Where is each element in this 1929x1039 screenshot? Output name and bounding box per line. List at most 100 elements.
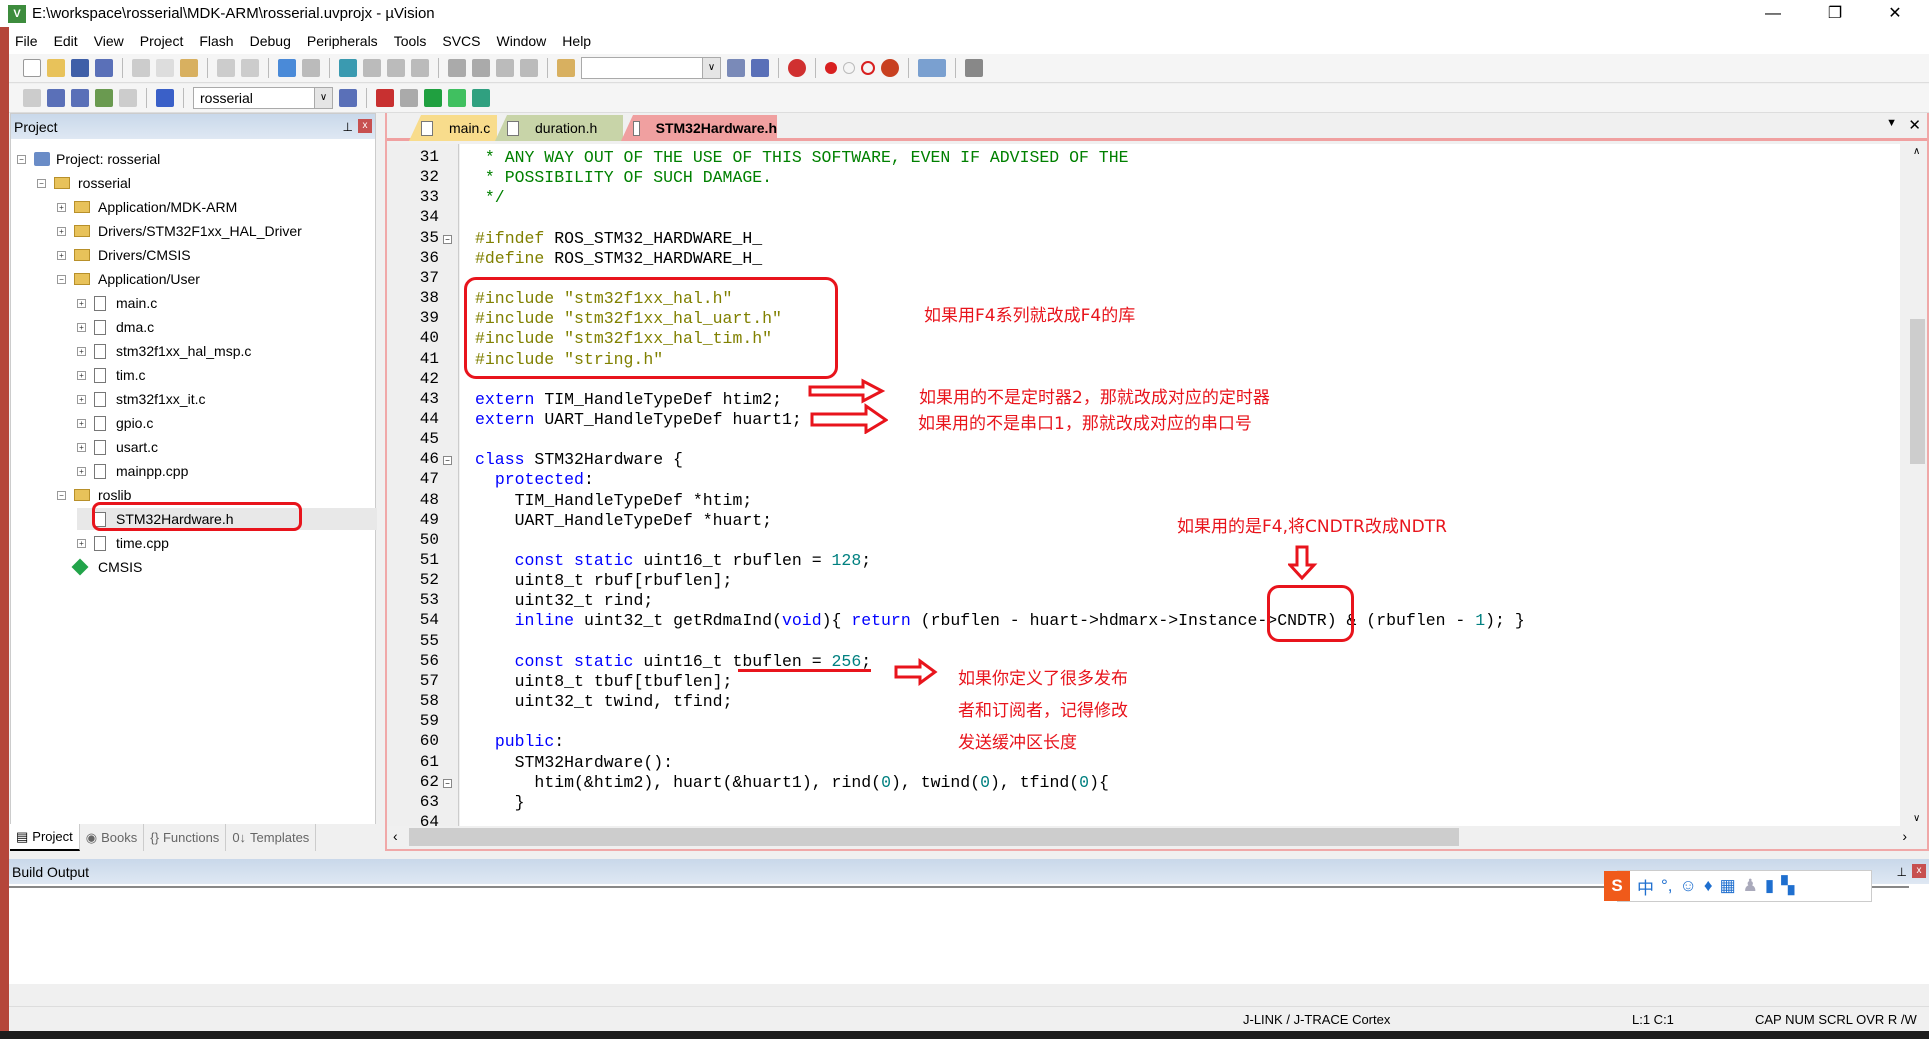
expand-icon[interactable]: + (77, 298, 86, 308)
copy-icon[interactable] (156, 59, 174, 77)
tree-item[interactable]: − Application/User (57, 268, 200, 290)
collapse-icon[interactable]: − (17, 154, 26, 164)
scroll-thumb[interactable] (1910, 319, 1925, 464)
ime-punctuation[interactable]: °, (1661, 876, 1673, 896)
ime-language[interactable]: 中 (1637, 874, 1654, 899)
expand-icon[interactable]: + (77, 370, 86, 380)
toolbox-icon[interactable]: ▚ (1781, 876, 1794, 896)
code-area[interactable]: * ANY WAY OUT OF THE USE OF THIS SOFTWAR… (460, 144, 1900, 826)
keyboard-icon[interactable]: ▦ (1720, 876, 1736, 896)
tree-item[interactable]: − Project: rosserial (17, 148, 160, 170)
disable-all-breakpoints-icon[interactable] (861, 61, 875, 75)
horizontal-scrollbar[interactable] (9, 984, 1929, 1004)
rebuild-icon[interactable] (71, 89, 89, 107)
undo-icon[interactable] (217, 59, 235, 77)
cut-icon[interactable] (132, 59, 150, 77)
disable-breakpoint-icon[interactable] (843, 62, 855, 74)
pin-icon[interactable]: ⊥ (1897, 865, 1907, 879)
tab-stm32hardware-h[interactable]: STM32Hardware.h (621, 115, 777, 141)
find-in-files-icon[interactable] (557, 59, 575, 77)
window-layout-icon[interactable] (918, 59, 946, 77)
tree-item[interactable]: − rosserial (37, 172, 131, 194)
clear-bookmarks-icon[interactable] (411, 59, 429, 77)
manage-components-icon[interactable] (400, 89, 418, 107)
scroll-up-icon[interactable]: ∧ (1913, 146, 1920, 157)
tree-item[interactable]: + Drivers/CMSIS (57, 244, 191, 266)
load-icon[interactable] (156, 89, 174, 107)
skin-icon[interactable]: ▮ (1765, 876, 1774, 896)
close-panel-button[interactable]: x (1912, 864, 1926, 878)
tree-item[interactable]: + stm32f1xx_hal_msp.c (77, 340, 251, 362)
menu-debug[interactable]: Debug (250, 33, 291, 49)
menu-project[interactable]: Project (140, 33, 184, 49)
tree-item[interactable]: CMSIS (57, 556, 142, 578)
chevron-down-icon[interactable]: ∨ (314, 88, 332, 108)
save-icon[interactable] (71, 59, 89, 77)
menu-view[interactable]: View (94, 33, 124, 49)
expand-icon[interactable]: + (57, 226, 66, 236)
tab-main-c[interactable]: main.c (409, 115, 497, 141)
chevron-down-icon[interactable]: ∨ (702, 58, 720, 78)
menu-tools[interactable]: Tools (394, 33, 427, 49)
vertical-scrollbar[interactable]: ∧ ∨ (1908, 144, 1927, 826)
close-panel-button[interactable]: x (358, 119, 372, 133)
find-icon[interactable] (727, 59, 745, 77)
expand-icon[interactable]: + (77, 418, 86, 428)
close-button[interactable]: ✕ (1872, 0, 1918, 27)
scroll-thumb[interactable] (409, 828, 1459, 846)
manage-project-icon[interactable] (376, 89, 394, 107)
tab-project[interactable]: ▤ Project (10, 824, 80, 851)
translate-icon[interactable] (23, 89, 41, 107)
kill-breakpoints-icon[interactable] (881, 59, 899, 77)
scroll-down-icon[interactable]: ∨ (1913, 813, 1920, 824)
collapse-icon[interactable]: − (37, 178, 46, 188)
microphone-icon[interactable]: ♦ (1704, 876, 1713, 896)
navigate-forward-icon[interactable] (302, 59, 320, 77)
incremental-find-icon[interactable] (751, 59, 769, 77)
stop-build-icon[interactable] (119, 89, 137, 107)
horizontal-scrollbar[interactable]: ‹ › (387, 826, 1927, 848)
target-options-icon[interactable] (339, 89, 357, 107)
pack-icon[interactable] (472, 89, 490, 107)
expand-icon[interactable]: + (57, 202, 66, 212)
menu-peripherals[interactable]: Peripherals (307, 33, 378, 49)
fold-icon[interactable]: − (443, 456, 452, 466)
user-icon[interactable]: ♟ (1743, 876, 1758, 896)
menu-window[interactable]: Window (497, 33, 547, 49)
expand-icon[interactable]: + (77, 538, 86, 548)
batch-build-icon[interactable] (95, 89, 113, 107)
tree-item[interactable]: + Drivers/STM32F1xx_HAL_Driver (57, 220, 302, 242)
build-icon[interactable] (47, 89, 65, 107)
scroll-left-icon[interactable]: ‹ (393, 828, 398, 844)
new-file-icon[interactable] (23, 59, 41, 77)
fold-icon[interactable]: − (443, 234, 452, 244)
tab-list-icon[interactable]: ▼ (1886, 117, 1897, 129)
pack-installer-icon[interactable] (448, 89, 466, 107)
menu-flash[interactable]: Flash (199, 33, 233, 49)
configure-icon[interactable] (965, 59, 983, 77)
expand-icon[interactable]: + (77, 466, 86, 476)
tree-item[interactable]: + gpio.c (77, 412, 153, 434)
restore-button[interactable]: ❐ (1812, 0, 1858, 27)
collapse-icon[interactable]: − (57, 490, 66, 500)
menu-edit[interactable]: Edit (54, 33, 78, 49)
tree-item[interactable]: + time.cpp (77, 532, 169, 554)
pin-icon[interactable]: ⊥ (343, 120, 353, 134)
paste-icon[interactable] (180, 59, 198, 77)
tree-item[interactable]: + stm32f1xx_it.c (77, 388, 205, 410)
debug-session-icon[interactable] (788, 59, 806, 77)
prev-bookmark-icon[interactable] (363, 59, 381, 77)
indent-icon[interactable] (448, 59, 466, 77)
sogou-logo-icon[interactable]: S (1604, 871, 1630, 901)
tab-functions[interactable]: {} Functions (144, 824, 227, 851)
fold-icon[interactable]: − (443, 778, 452, 788)
navigate-back-icon[interactable] (278, 59, 296, 77)
expand-icon[interactable]: + (77, 346, 86, 356)
emoji-icon[interactable]: ☺ (1680, 876, 1697, 896)
expand-icon[interactable]: + (57, 250, 66, 260)
menu-help[interactable]: Help (562, 33, 591, 49)
tree-item[interactable]: + mainpp.cpp (77, 460, 188, 482)
scroll-right-icon[interactable]: › (1902, 828, 1907, 844)
collapse-icon[interactable]: − (57, 274, 66, 284)
expand-icon[interactable]: + (77, 322, 86, 332)
